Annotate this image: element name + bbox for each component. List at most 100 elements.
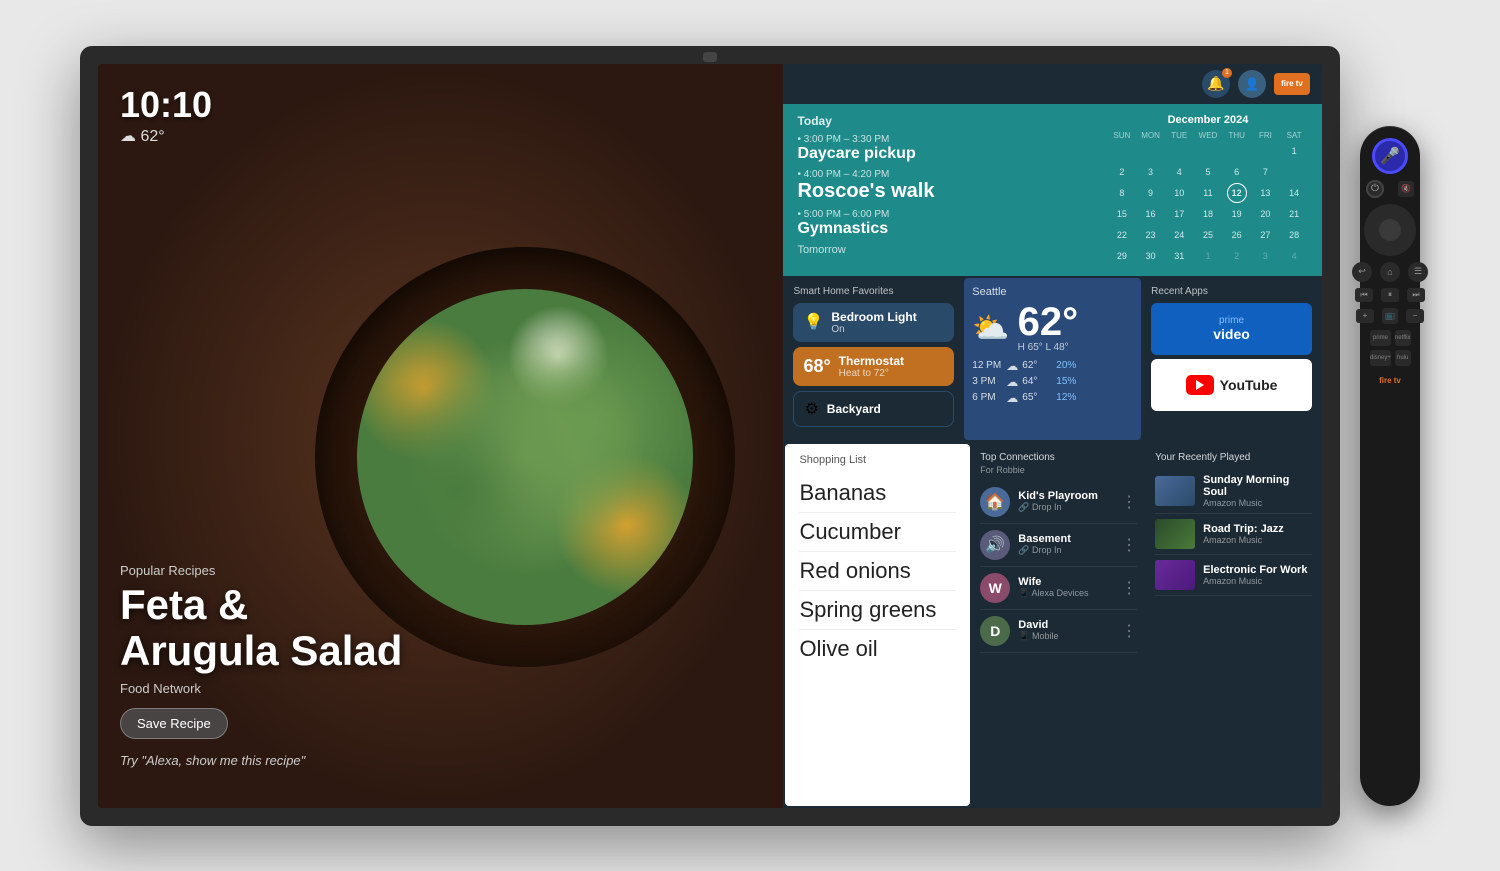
profile-icon[interactable]: 👤 — [1238, 70, 1266, 98]
wife-status: 📱 Alexa Devices — [1018, 588, 1113, 599]
electronic-name: Electronic For Work — [1203, 564, 1312, 576]
backyard-info: Backyard — [827, 402, 881, 416]
weather-forecast-2: 3 PM ☁ 64° 15% — [972, 375, 1133, 389]
road-source: Amazon Music — [1203, 535, 1312, 545]
salad-contents — [357, 289, 693, 625]
connections-panel: Top Connections For Robbie 🏠 Kid's Playr… — [972, 444, 1145, 806]
road-info: Road Trip: Jazz Amazon Music — [1203, 523, 1312, 545]
mute-button[interactable]: 🔇 — [1398, 181, 1414, 197]
calendar-month: December 2024 — [1108, 114, 1308, 126]
wife-more-icon[interactable]: ⋮ — [1121, 578, 1137, 598]
connection-kids-playroom[interactable]: 🏠 Kid's Playroom 🔗 Drop In ⋮ — [980, 481, 1137, 524]
event-name-2: Roscoe's walk — [797, 180, 1098, 203]
app-btn-4[interactable]: hulu — [1395, 350, 1411, 366]
app-btn-2[interactable]: netflix — [1395, 330, 1411, 346]
recently-played-panel: Your Recently Played Sunday Morning Soul… — [1147, 444, 1320, 806]
wife-name: Wife — [1018, 576, 1113, 588]
wife-avatar: W — [980, 573, 1010, 603]
sunday-name: Sunday Morning Soul — [1203, 474, 1312, 498]
david-avatar: D — [980, 616, 1010, 646]
alexa-hint: Try "Alexa, show me this recipe" — [120, 753, 402, 768]
home-button[interactable]: ⌂ — [1380, 262, 1400, 282]
fast-forward-button[interactable]: ⏭ — [1407, 288, 1425, 302]
clock-time: 10:10 — [120, 84, 212, 126]
connection-wife[interactable]: W Wife 📱 Alexa Devices ⋮ — [980, 567, 1137, 610]
shopping-item-cucumber[interactable]: Cucumber — [799, 513, 956, 552]
connection-basement[interactable]: 🔊 Basement 🔗 Drop In ⋮ — [980, 524, 1137, 567]
tomorrow-label: Tomorrow — [797, 244, 1098, 256]
food-background: 10:10 ☁ 62° Popular Recipes Feta & Arugu… — [98, 64, 783, 808]
nav-select-button[interactable] — [1379, 219, 1401, 241]
weather-temp: 62° — [1018, 302, 1079, 342]
mic-icon: 🎤 — [1380, 146, 1400, 166]
prime-video-label: video — [1213, 326, 1250, 343]
rp-sunday[interactable]: Sunday Morning Soul Amazon Music — [1155, 469, 1312, 514]
channel-button[interactable]: 📺 — [1382, 308, 1398, 324]
youtube-play-button — [1186, 375, 1214, 395]
prime-video-tile[interactable]: prime video — [1151, 303, 1312, 355]
volume-up-button[interactable]: + — [1356, 309, 1374, 323]
david-more-icon[interactable]: ⋮ — [1121, 621, 1137, 641]
weather-icon: ☁ — [120, 128, 136, 145]
shopping-item-spring-greens[interactable]: Spring greens — [799, 591, 956, 630]
shopping-item-bananas[interactable]: Bananas — [799, 474, 956, 513]
shopping-list-panel: Shopping List Bananas Cucumber Red onion… — [785, 444, 970, 806]
thermostat-info: Thermostat Heat to 72° — [839, 354, 904, 379]
rp-road-trip[interactable]: Road Trip: Jazz Amazon Music — [1155, 514, 1312, 555]
middle-row: Smart Home Favorites 💡 Bedroom Light On … — [783, 276, 1322, 442]
kids-status: 🔗 Drop In — [1018, 502, 1113, 513]
recently-played-title: Your Recently Played — [1155, 452, 1312, 463]
rp-electronic[interactable]: Electronic For Work Amazon Music — [1155, 555, 1312, 596]
youtube-inner: YouTube — [1186, 375, 1278, 395]
backyard-device[interactable]: ⚙ Backyard — [793, 391, 954, 427]
weather-panel: Seattle ⛅ 62° H 65° L 48° — [964, 278, 1141, 440]
navigation-ring[interactable] — [1364, 204, 1416, 256]
today-date: 12 — [1227, 183, 1247, 203]
shopping-item-red-onions[interactable]: Red onions — [799, 552, 956, 591]
shopping-item-olive-oil[interactable]: Olive oil — [799, 630, 956, 668]
volume-down-button[interactable]: − — [1406, 309, 1424, 323]
sunday-source: Amazon Music — [1203, 498, 1312, 508]
bottom-row: Shopping List Bananas Cucumber Red onion… — [783, 442, 1322, 808]
weather-main-icon: ⛅ — [972, 311, 1009, 346]
left-panel: 10:10 ☁ 62° Popular Recipes Feta & Arugu… — [98, 64, 783, 808]
notification-icon[interactable]: 🔔 1 — [1202, 70, 1230, 98]
thermostat-status: Heat to 72° — [839, 368, 904, 379]
play-pause-button[interactable]: ⏸ — [1381, 288, 1399, 302]
recent-apps-panel: Recent Apps prime video YouTube — [1143, 278, 1320, 440]
calendar-events: Today • 3:00 PM – 3:30 PM Daycare pickup… — [797, 114, 1098, 266]
weather-forecast-1: 12 PM ☁ 62° 20% — [972, 359, 1133, 373]
app-btn-3[interactable]: disney+ — [1370, 350, 1391, 366]
thermostat-name: Thermostat — [839, 354, 904, 368]
recipe-info: Popular Recipes Feta & Arugula Salad Foo… — [120, 563, 402, 767]
mic-button[interactable]: 🎤 — [1372, 138, 1408, 174]
basement-more-icon[interactable]: ⋮ — [1121, 535, 1137, 555]
back-button[interactable]: ↩ — [1352, 262, 1372, 282]
backyard-name: Backyard — [827, 402, 881, 416]
shopping-list-title: Shopping List — [799, 454, 956, 466]
rewind-button[interactable]: ⏮ — [1355, 288, 1373, 302]
event-name-1: Daycare pickup — [797, 145, 1098, 163]
menu-button[interactable]: ☰ — [1408, 262, 1428, 282]
tv-screen: 10:10 ☁ 62° Popular Recipes Feta & Arugu… — [98, 64, 1322, 808]
kids-more-icon[interactable]: ⋮ — [1121, 492, 1137, 512]
tv-frame: 10:10 ☁ 62° Popular Recipes Feta & Arugu… — [80, 46, 1340, 826]
app-btn-1[interactable]: prime — [1370, 330, 1391, 346]
firetv-icon[interactable]: fire tv — [1274, 73, 1310, 95]
temperature: 62° — [140, 128, 164, 145]
kids-name: Kid's Playroom — [1018, 490, 1113, 502]
event-roscoe: • 4:00 PM – 4:20 PM Roscoe's walk — [797, 169, 1098, 203]
bedroom-light-device[interactable]: 💡 Bedroom Light On — [793, 303, 954, 342]
weather-location: Seattle — [972, 286, 1133, 298]
connection-david[interactable]: D David 📱 Mobile ⋮ — [980, 610, 1137, 653]
notification-badge: 1 — [1222, 68, 1232, 78]
volume-row: + 📺 − — [1356, 308, 1424, 324]
youtube-tile[interactable]: YouTube — [1151, 359, 1312, 411]
light-icon: 💡 — [803, 312, 823, 332]
save-recipe-button[interactable]: Save Recipe — [120, 708, 228, 739]
connections-title: Top Connections — [980, 452, 1137, 463]
recipe-title: Feta & Arugula Salad — [120, 582, 402, 674]
basement-status: 🔗 Drop In — [1018, 545, 1113, 556]
power-button[interactable]: ⏻ — [1366, 180, 1384, 198]
thermostat-device[interactable]: 68° Thermostat Heat to 72° — [793, 347, 954, 386]
